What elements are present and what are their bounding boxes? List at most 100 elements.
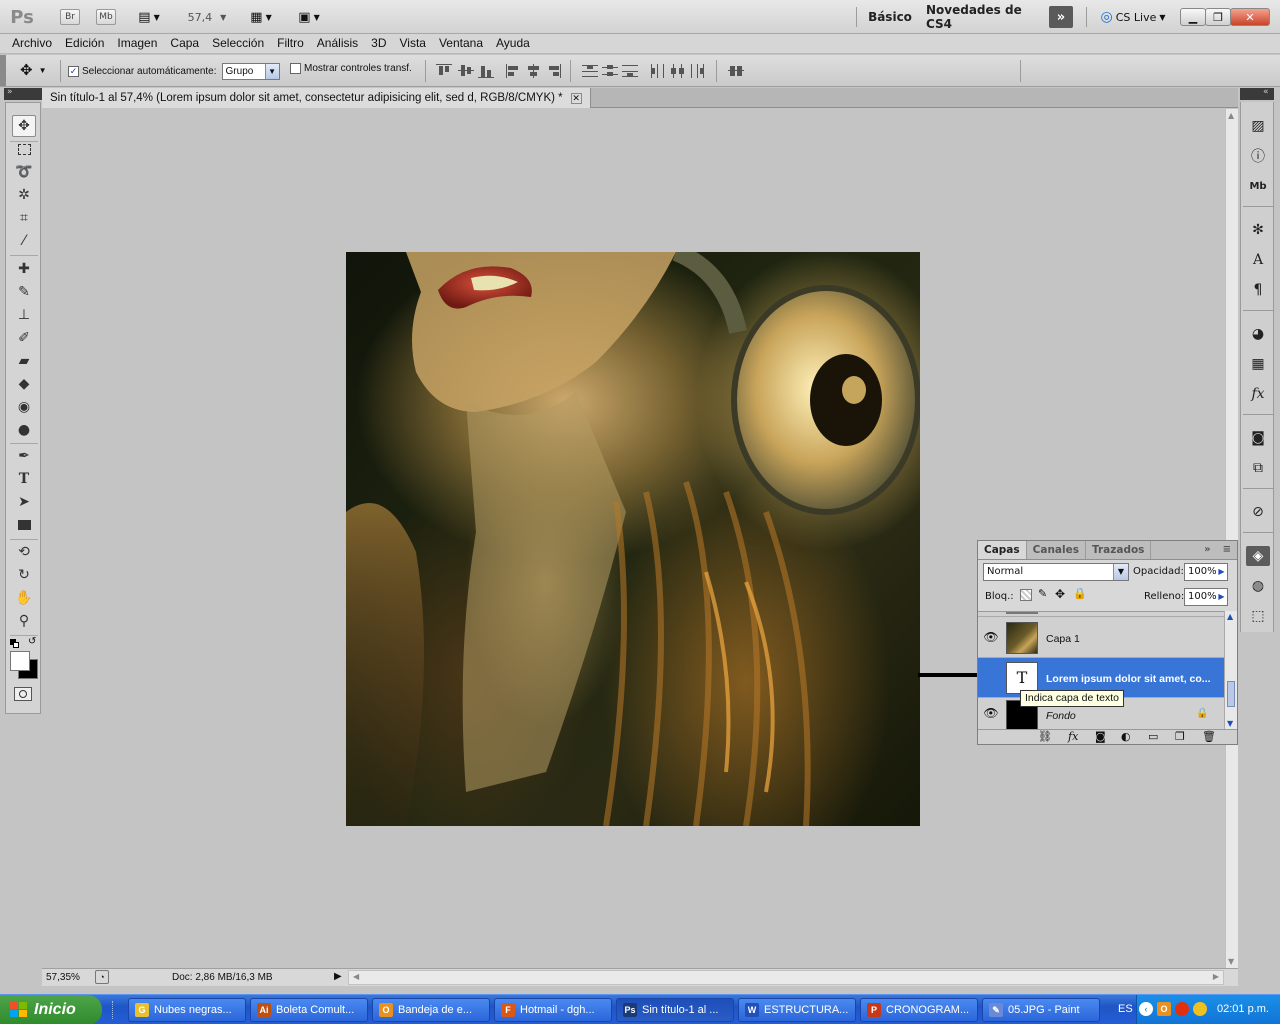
align-top-icon[interactable] bbox=[436, 64, 452, 78]
mini-bridge-panel-icon[interactable]: Mb bbox=[1248, 176, 1268, 196]
taskbar-item[interactable]: G Nubes negras... bbox=[128, 998, 246, 1022]
scroll-thumb[interactable] bbox=[1227, 681, 1235, 707]
minimize-window-button[interactable]: ▁ bbox=[1180, 8, 1206, 26]
show-transform-checkbox[interactable] bbox=[290, 63, 301, 74]
workspace-more-button[interactable]: » bbox=[1049, 6, 1073, 28]
menu-imagen[interactable]: Imagen bbox=[111, 34, 164, 53]
bridge-button[interactable]: Br bbox=[60, 9, 80, 25]
language-indicator[interactable]: ES bbox=[1118, 1003, 1133, 1015]
panel-collapse-icon[interactable]: » bbox=[1198, 541, 1216, 559]
auto-align-layers-icon[interactable] bbox=[728, 64, 744, 78]
3d-rotate-tool[interactable]: ⟲ bbox=[12, 541, 36, 563]
menu-filtro[interactable]: Filtro bbox=[271, 34, 311, 53]
move-tool[interactable]: ✥ bbox=[12, 115, 36, 137]
layer-row[interactable]: 👁 Capa 1 bbox=[978, 618, 1224, 658]
lock-transparency-icon[interactable] bbox=[1020, 589, 1032, 601]
menu-seleccion[interactable]: Selección bbox=[206, 34, 271, 53]
menu-capa[interactable]: Capa bbox=[164, 34, 206, 53]
align-left-icon[interactable] bbox=[506, 64, 522, 78]
lock-pixels-icon[interactable]: ✎ bbox=[1038, 587, 1047, 600]
scroll-up-icon[interactable]: ▲ bbox=[1228, 111, 1234, 120]
3d-orbit-tool[interactable]: ↻ bbox=[12, 564, 36, 586]
color-panel-icon[interactable]: ◕ bbox=[1248, 324, 1268, 344]
scroll-down-icon[interactable]: ▼ bbox=[1227, 719, 1233, 728]
clone-source-panel-icon[interactable]: ⊘ bbox=[1248, 502, 1268, 522]
layers-panel-icon[interactable]: ◈ bbox=[1246, 546, 1270, 566]
blur-tool[interactable]: ◉ bbox=[12, 396, 36, 418]
adjustment-layer-icon[interactable]: ◐ bbox=[1121, 730, 1131, 743]
navigator-panel-icon[interactable]: ▨ bbox=[1248, 116, 1268, 136]
align-horizontal-center-icon[interactable] bbox=[526, 64, 542, 78]
taskbar-item[interactable]: W ESTRUCTURA... bbox=[738, 998, 856, 1022]
tab-trazados[interactable]: Trazados bbox=[1086, 541, 1152, 559]
close-tab-icon[interactable]: ✕ bbox=[570, 92, 582, 104]
quick-selection-tool[interactable]: ✲ bbox=[12, 184, 36, 206]
character-panel-icon[interactable]: A bbox=[1248, 250, 1268, 270]
tab-canales[interactable]: Canales bbox=[1027, 541, 1086, 559]
marquee-tool[interactable] bbox=[12, 138, 36, 160]
eye-icon[interactable]: 👁 bbox=[982, 706, 1000, 720]
distribute-right-icon[interactable] bbox=[690, 64, 706, 78]
lasso-tool[interactable]: ➰ bbox=[12, 161, 36, 183]
distribute-left-icon[interactable] bbox=[650, 64, 666, 78]
menu-edicion[interactable]: Edición bbox=[59, 34, 111, 53]
menu-3d[interactable]: 3D bbox=[365, 34, 393, 53]
pen-tool[interactable]: ✒ bbox=[12, 445, 36, 467]
blend-mode-dropdown[interactable]: Normal ▼ bbox=[983, 563, 1129, 581]
paths-panel-icon[interactable]: ⬚ bbox=[1248, 606, 1268, 626]
menu-vista[interactable]: Vista bbox=[394, 34, 433, 53]
screen-mode-button[interactable]: ▣ ▼ bbox=[292, 7, 326, 27]
scroll-right-icon[interactable]: ▶ bbox=[1213, 972, 1219, 981]
chevron-right-icon[interactable]: ▶ bbox=[1216, 564, 1227, 580]
status-info-icon[interactable]: ◔ bbox=[95, 970, 109, 984]
healing-brush-tool[interactable]: ✚ bbox=[12, 258, 36, 280]
close-window-button[interactable]: ✕ bbox=[1230, 8, 1270, 26]
eye-icon[interactable]: 👁 bbox=[982, 630, 1000, 644]
taskbar-item-active[interactable]: Ps Sin título-1 al ... bbox=[616, 998, 734, 1022]
workspace-basic-button[interactable]: Básico bbox=[866, 7, 914, 27]
chevron-right-icon[interactable]: ▶ bbox=[1216, 589, 1227, 605]
hand-tool[interactable]: ✋ bbox=[12, 587, 36, 609]
document-tab[interactable]: Sin título-1 al 57,4% (Lorem ipsum dolor… bbox=[42, 88, 591, 108]
scroll-left-icon[interactable]: ◀ bbox=[353, 972, 359, 981]
foreground-color-swatch[interactable] bbox=[10, 651, 30, 671]
fx-icon[interactable]: fx bbox=[1068, 730, 1078, 743]
styles-panel-icon[interactable]: fx bbox=[1248, 384, 1268, 404]
opacity-field[interactable]: 100% ▶ bbox=[1184, 563, 1228, 581]
lock-position-icon[interactable]: ✥ bbox=[1055, 587, 1065, 601]
tab-capas[interactable]: Capas bbox=[978, 541, 1027, 559]
menu-ventana[interactable]: Ventana bbox=[433, 34, 490, 53]
rectangle-tool[interactable] bbox=[12, 514, 36, 536]
masks-panel-icon[interactable]: ⧉ bbox=[1248, 458, 1268, 478]
paragraph-panel-icon[interactable]: ¶ bbox=[1248, 280, 1268, 300]
align-right-icon[interactable] bbox=[546, 64, 562, 78]
taskbar-item[interactable]: ✎ 05.JPG - Paint bbox=[982, 998, 1100, 1022]
mini-bridge-button[interactable]: Mb bbox=[96, 9, 116, 25]
scroll-down-icon[interactable]: ▼ bbox=[1228, 957, 1234, 966]
default-colors-icon[interactable] bbox=[10, 639, 20, 649]
eyedropper-tool[interactable]: ⁄ bbox=[12, 230, 36, 252]
taskbar-item[interactable]: O Bandeja de e... bbox=[372, 998, 490, 1022]
auto-select-checkbox[interactable]: ✓ bbox=[68, 66, 79, 77]
zoom-tool[interactable]: ⚲ bbox=[12, 610, 36, 632]
taskbar-item[interactable]: Ai Boleta Comult... bbox=[250, 998, 368, 1022]
view-extras-button[interactable]: ▤ ▼ bbox=[132, 7, 166, 27]
add-mask-icon[interactable]: ◙ bbox=[1095, 730, 1106, 743]
fill-field[interactable]: 100% ▶ bbox=[1184, 588, 1228, 606]
history-brush-tool[interactable]: ✐ bbox=[12, 327, 36, 349]
type-tool[interactable]: T bbox=[12, 468, 36, 490]
start-button[interactable]: Inicio bbox=[0, 995, 102, 1024]
arrange-documents-button[interactable]: ▦ ▼ bbox=[244, 7, 278, 27]
dodge-tool[interactable]: ● bbox=[12, 419, 36, 441]
lock-all-icon[interactable]: 🔒 bbox=[1073, 587, 1087, 600]
right-dock-collapse-bar[interactable]: « bbox=[1240, 87, 1274, 100]
swap-colors-icon[interactable]: ↺ bbox=[28, 636, 36, 647]
new-layer-icon[interactable]: ❐ bbox=[1175, 730, 1185, 743]
menu-analisis[interactable]: Análisis bbox=[311, 34, 365, 53]
scroll-up-icon[interactable]: ▲ bbox=[1227, 612, 1233, 621]
options-bar-grip[interactable] bbox=[0, 55, 6, 86]
layers-scrollbar[interactable]: ▲ ▼ bbox=[1224, 611, 1237, 729]
clone-stamp-tool[interactable]: ⊥ bbox=[12, 304, 36, 326]
crop-tool[interactable]: ⌗ bbox=[12, 207, 36, 229]
outlook-tray-icon[interactable]: O bbox=[1157, 1002, 1171, 1016]
